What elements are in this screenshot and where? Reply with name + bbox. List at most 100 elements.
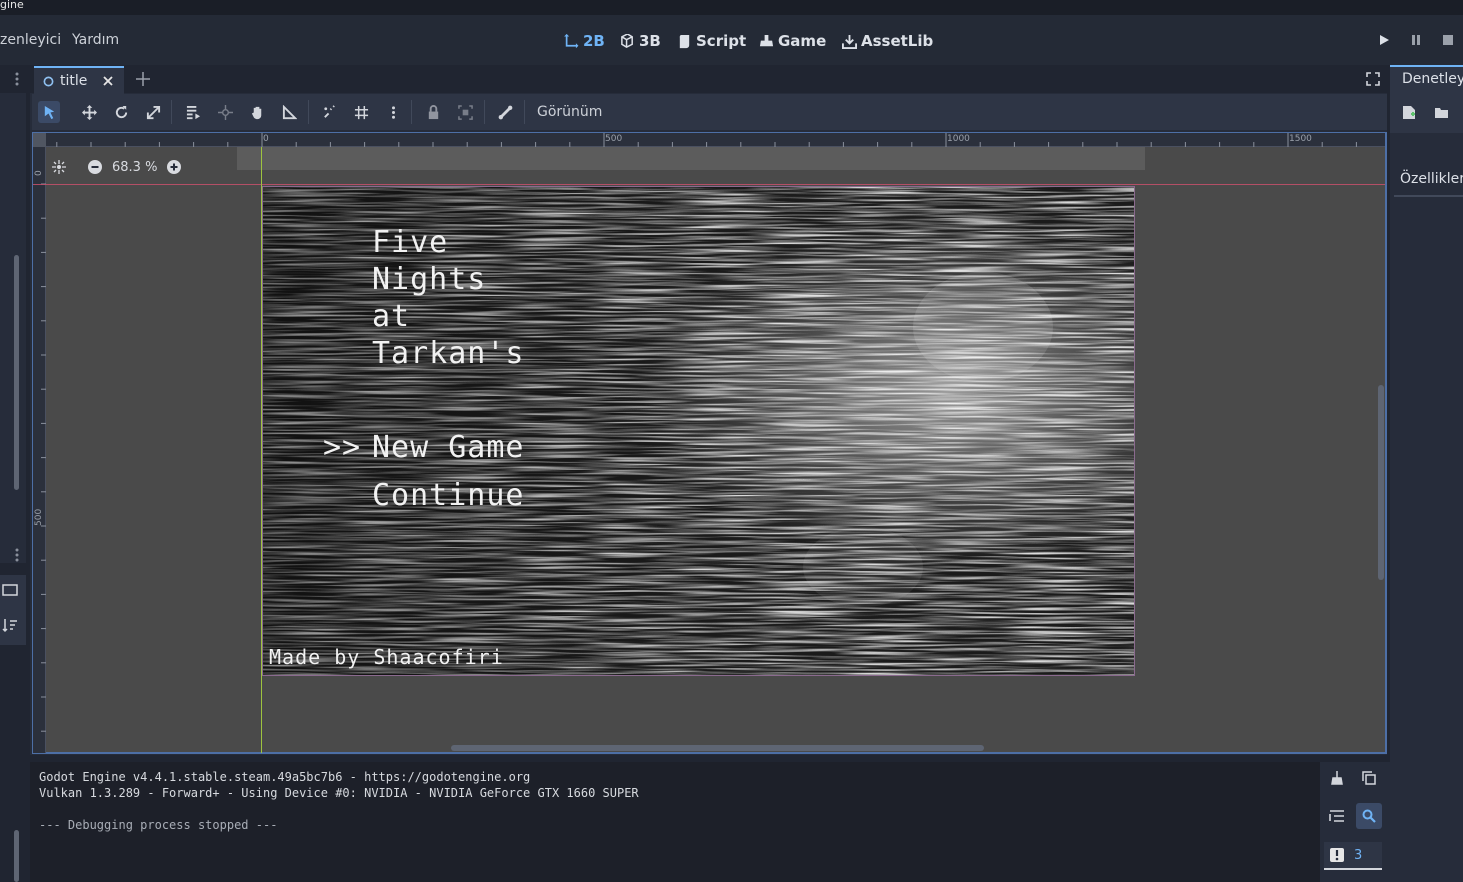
sort-icon[interactable] — [2, 617, 18, 633]
pan-tool-button[interactable] — [246, 101, 268, 123]
workspace-3d-button[interactable]: 3B — [620, 30, 661, 52]
zoom-in-icon[interactable] — [167, 160, 182, 174]
output-side-toolbar: 3 — [1320, 762, 1390, 882]
pause-button[interactable] — [1407, 31, 1425, 49]
ruler-label: 0 — [34, 170, 44, 176]
game-title-line: Tarkan's — [372, 336, 525, 371]
copy-output-button[interactable] — [1356, 765, 1382, 791]
game-icon — [759, 34, 774, 46]
move-tool-button[interactable] — [78, 101, 100, 123]
script-icon — [679, 34, 690, 48]
scale-tool-button[interactable] — [142, 101, 164, 123]
select-tool-button[interactable] — [38, 101, 60, 123]
list-select-icon — [186, 105, 200, 119]
hand-icon — [251, 106, 261, 119]
ruler-label: 1000 — [947, 134, 970, 144]
scene-tree-dock-collapsed — [0, 93, 26, 563]
close-tab-icon[interactable] — [103, 76, 114, 86]
left-dock-strip — [0, 65, 28, 882]
copy-icon — [1362, 771, 1376, 785]
lock-icon — [428, 104, 438, 119]
search-icon — [1362, 809, 1376, 823]
kebab-menu-icon — [391, 105, 395, 119]
play-icon — [1380, 35, 1389, 45]
game-title-line: Nights — [372, 262, 487, 297]
scene-tab-bar — [30, 65, 1387, 93]
grid-snap-button[interactable] — [350, 101, 372, 123]
zoom-out-icon[interactable] — [88, 160, 102, 174]
workspace-assetlib-button[interactable]: AssetLib — [842, 30, 933, 52]
ruler-label: 500 — [34, 508, 44, 526]
toolbar-separator — [171, 100, 172, 124]
zoom-controls: 68.3 % — [52, 156, 182, 178]
3d-icon — [621, 33, 633, 48]
rotate-tool-button[interactable] — [110, 101, 132, 123]
skeleton-button[interactable] — [494, 101, 516, 123]
toolbar-separator — [411, 100, 412, 124]
snap-options-button[interactable] — [382, 101, 404, 123]
bone-icon — [498, 105, 512, 119]
dock-grip-icon[interactable] — [14, 547, 20, 563]
stop-button[interactable] — [1439, 31, 1457, 49]
list-selection-button[interactable] — [182, 101, 204, 123]
smart-snap-button[interactable] — [318, 101, 340, 123]
viewport-vertical-scrollbar[interactable] — [1378, 385, 1384, 580]
properties-section-label: Özellikler — [1400, 171, 1463, 187]
viewport-horizontal-scrollbar[interactable] — [451, 745, 984, 751]
inspector-tab-label: Denetleyi — [1402, 71, 1463, 87]
inspector-dock: Denetleyi Özellikler — [1390, 65, 1463, 882]
zoom-level[interactable]: 68.3 % — [112, 160, 157, 175]
workspace-script-button[interactable]: Script — [677, 30, 746, 52]
run-project-button[interactable] — [1375, 31, 1393, 49]
panel-icon[interactable] — [2, 583, 18, 597]
error-icon — [1330, 848, 1344, 862]
new-resource-icon[interactable] — [1402, 105, 1416, 120]
ruler-vertical-ticks — [41, 183, 46, 732]
credits-label: Made by Shaacofiri — [269, 645, 504, 669]
search-output-button[interactable] — [1356, 803, 1382, 829]
ruler-tool-button[interactable] — [278, 101, 300, 123]
toolbar-separator — [308, 100, 309, 124]
left-dock-scrollbar[interactable] — [14, 255, 19, 490]
left-dock-scrollbar-bottom[interactable] — [14, 830, 19, 882]
toolbar-separator — [524, 100, 525, 124]
collapse-messages-button[interactable] — [1324, 803, 1350, 829]
dock-grip-icon[interactable] — [14, 71, 20, 87]
workspace-2d-button[interactable]: 2B — [564, 30, 605, 52]
group-button[interactable] — [454, 101, 476, 123]
move-icon — [81, 104, 97, 120]
2d-icon — [564, 33, 579, 48]
section-divider — [1394, 195, 1463, 197]
window-title-bar: gine — [0, 0, 1463, 15]
continue-option[interactable]: Continue — [372, 477, 525, 514]
ruler-label: 1500 — [1289, 134, 1312, 144]
menu-cursor: >> — [323, 430, 362, 465]
workspace-game-button[interactable]: Game — [759, 30, 826, 52]
output-line: Vulkan 1.3.289 - Forward+ - Using Device… — [39, 786, 639, 800]
scale-icon — [146, 105, 160, 119]
assetlib-icon — [842, 34, 857, 49]
indent-list-icon — [1329, 810, 1344, 822]
ruler-horizontal-ticks — [56, 133, 1357, 147]
view-menu-button[interactable]: Görünüm — [537, 104, 602, 120]
center-view-icon[interactable] — [52, 160, 66, 174]
output-panel: Godot Engine v4.4.1.stable.steam.49a5bc7… — [30, 762, 1320, 882]
window-title: gine — [0, 0, 24, 11]
game-scene-preview[interactable]: Five Nights at Tarkan's >> New Game Cont… — [262, 186, 1135, 676]
new-game-option[interactable]: New Game — [372, 429, 525, 466]
distraction-free-icon[interactable] — [1366, 72, 1380, 86]
group-icon — [457, 104, 473, 120]
pivot-tool-button[interactable] — [214, 101, 236, 123]
lock-button[interactable] — [422, 101, 444, 123]
ruler-icon — [282, 104, 297, 119]
scene-tab-title[interactable]: title — [34, 66, 124, 94]
ruler-corner — [33, 133, 46, 147]
clear-output-button[interactable] — [1324, 765, 1350, 791]
add-scene-tab-icon[interactable] — [136, 72, 150, 86]
horizontal-guide-line[interactable] — [33, 184, 1385, 185]
error-filter-toggle[interactable]: 3 — [1324, 842, 1382, 870]
open-folder-icon[interactable] — [1434, 106, 1449, 119]
output-line: Godot Engine v4.4.1.stable.steam.49a5bc7… — [39, 770, 531, 784]
menu-editor[interactable]: zenleyici — [0, 32, 61, 48]
menu-help[interactable]: Yardım — [72, 32, 119, 48]
